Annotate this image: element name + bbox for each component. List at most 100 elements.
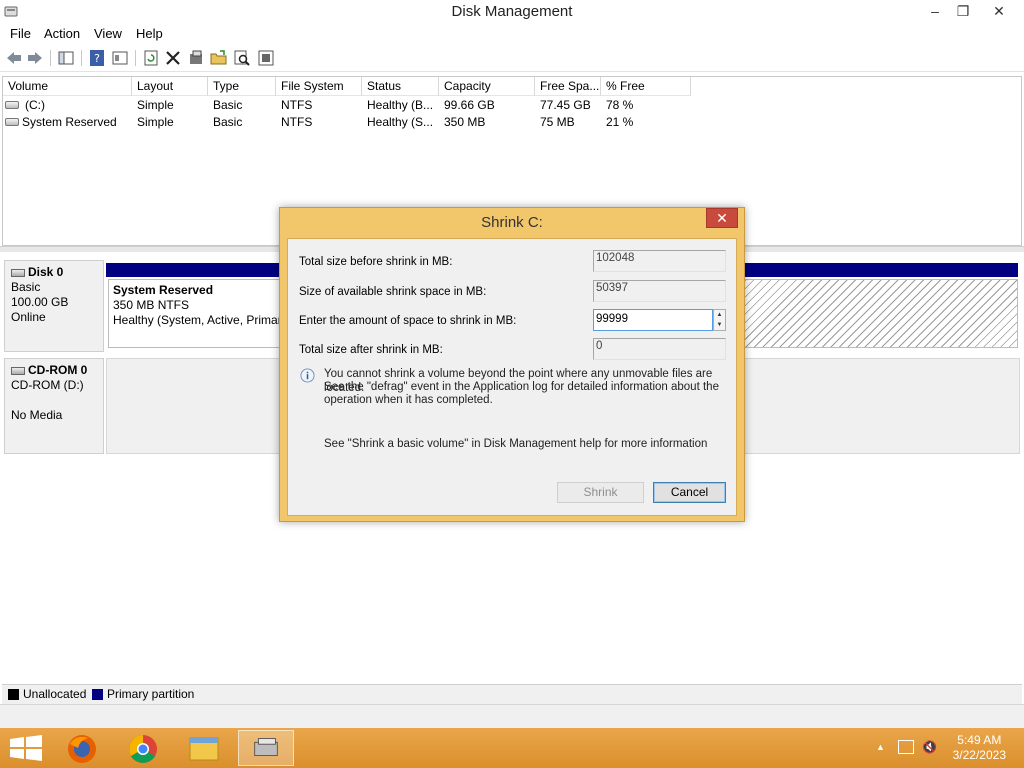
drive-icon [5,118,19,126]
cell-capacity: 99.66 GB [444,98,495,112]
dialog-body: Total size before shrink in MB: 102048 S… [287,238,737,516]
show-hidden-icons-icon[interactable]: ▲ [876,742,885,752]
table-row[interactable]: (C:) Simple Basic NTFS Healthy (B... 99.… [3,97,1021,114]
column-type[interactable]: Type [208,77,276,96]
disk-icon [11,268,25,277]
column-volume[interactable]: Volume [3,77,132,96]
chrome-icon[interactable] [115,730,171,766]
disk-type: Basic [11,280,41,294]
console-tree-icon[interactable] [57,49,75,67]
cell-layout: Simple [137,98,174,112]
close-window-button[interactable]: ✕ [976,0,1022,22]
total-after-field: 0 [593,338,726,360]
dialog-close-button[interactable]: ✕ [706,208,738,228]
cell-free-space: 77.45 GB [540,98,591,112]
label-amount: Enter the amount of space to shrink in M… [299,315,517,327]
drive-icon [5,101,19,109]
legend-primary: Primary partition [107,687,195,701]
shrink-amount-stepper[interactable]: ▲ ▼ [713,309,726,331]
settings-icon[interactable] [187,49,205,67]
disk-state: Online [11,310,46,324]
disk-management-icon[interactable] [238,730,294,766]
column-file-system[interactable]: File System [276,77,362,96]
cell-type: Basic [213,98,243,112]
info-line-2: See the "defrag" event in the Applicatio… [324,381,719,393]
refresh-icon[interactable] [142,49,160,67]
primary-swatch [92,689,103,700]
firefox-icon[interactable] [54,730,110,766]
cell-percent-free: 78 % [606,98,634,112]
file-explorer-icon[interactable] [176,730,232,766]
partition-c-selected[interactable] [740,279,1018,348]
menu-view[interactable]: View [94,26,122,41]
cdrom-name: CD-ROM 0 [28,363,88,377]
cdrom-drive: CD-ROM (D:) [11,378,84,392]
label-available: Size of available shrink space in MB: [299,286,487,298]
toolbar: ? [0,46,1024,72]
toolbar-separator [135,50,136,66]
menu-file[interactable]: File [10,26,31,41]
menu-help[interactable]: Help [136,26,163,41]
cell-file-system: NTFS [281,98,313,112]
cdrom-media: No Media [11,408,63,422]
help-link-text[interactable]: See "Shrink a basic volume" in Disk Mana… [324,438,707,452]
available-field: 50397 [593,280,726,302]
cell-volume: System Reserved [22,115,117,129]
restore-button[interactable]: ❐ [946,0,980,22]
info-line-3: operation when it has completed. [324,394,493,406]
window-titlebar: Disk Management – ❐ ✕ [0,0,1024,24]
menu-bar: File Action View Help [0,24,1024,44]
info-icon [300,368,315,383]
cell-capacity: 350 MB [444,115,486,129]
cell-layout: Simple [137,115,174,129]
cell-status: Healthy (S... [367,115,434,129]
start-icon[interactable] [0,730,56,766]
cell-file-system: NTFS [281,115,313,129]
stepper-up-icon[interactable]: ▲ [714,310,725,320]
column-capacity[interactable]: Capacity [439,77,535,96]
total-before-field: 102048 [593,250,726,272]
delete-icon[interactable] [164,49,182,67]
system-clock[interactable]: 5:49 AM 3/22/2023 [953,733,1006,763]
clock-time: 5:49 AM [957,733,1002,747]
toolbar-separator [50,50,51,66]
search-icon[interactable] [233,49,251,67]
back-arrow-icon[interactable] [5,49,23,67]
menu-action[interactable]: Action [44,26,80,41]
cell-status: Healthy (B... [367,98,434,112]
dialog-title: Shrink C: [481,214,543,231]
column-layout[interactable]: Layout [132,77,208,96]
clock-date: 3/22/2023 [952,748,1006,762]
cdrom-icon [11,366,25,375]
cell-percent-free: 21 % [606,115,634,129]
unallocated-swatch [8,689,19,700]
volume-muted-icon[interactable]: 🔇 [922,740,937,754]
cell-volume: (C:) [25,98,45,112]
column-status[interactable]: Status [362,77,439,96]
shrink-dialog: Shrink C: ✕ Total size before shrink in … [279,207,745,522]
legend-unallocated: Unallocated [23,687,87,701]
taskbar: ▲ 🔇 5:49 AM 3/22/2023 [0,728,1024,768]
shrink-button[interactable]: Shrink [557,482,644,503]
window-title: Disk Management [451,3,573,20]
shrink-amount-input[interactable]: 99999 [593,309,713,331]
network-icon[interactable] [898,740,914,754]
column-percent-free[interactable]: % Free [601,77,691,96]
disk-0-label[interactable]: Disk 0 Basic 100.00 GB Online [4,260,104,352]
label-total-before: Total size before shrink in MB: [299,256,453,268]
svg-text:?: ? [94,52,100,65]
help-icon[interactable]: ? [88,49,106,67]
cancel-button[interactable]: Cancel [653,482,726,503]
open-folder-icon[interactable] [210,49,228,67]
forward-arrow-icon[interactable] [26,49,44,67]
disk-name: Disk 0 [28,265,64,279]
column-free-space[interactable]: Free Spa... [535,77,601,96]
toolbar-separator [81,50,82,66]
cdrom-0-label[interactable]: CD-ROM 0 CD-ROM (D:) No Media [4,358,104,454]
table-row[interactable]: System Reserved Simple Basic NTFS Health… [3,114,1021,131]
properties-icon[interactable] [111,49,129,67]
disk-size: 100.00 GB [11,295,69,309]
tasks-icon[interactable] [257,49,275,67]
cell-type: Basic [213,115,243,129]
stepper-down-icon[interactable]: ▼ [714,320,725,330]
